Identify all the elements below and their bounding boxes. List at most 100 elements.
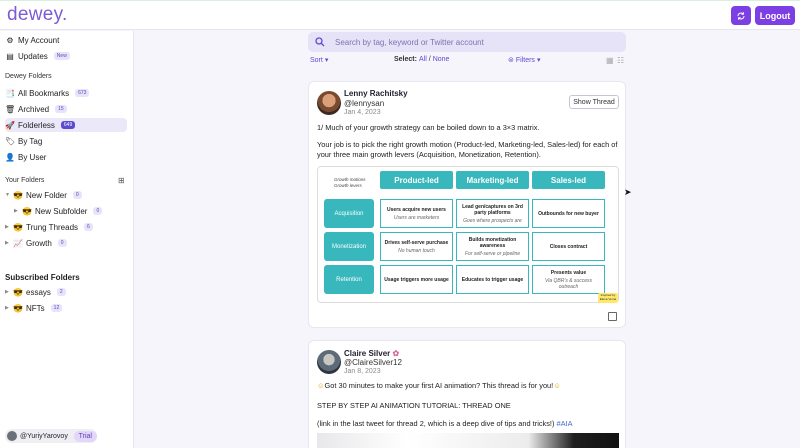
search-bar[interactable] <box>308 32 626 52</box>
mouse-cursor-icon: ➤ <box>624 187 632 197</box>
flower-icon: ✿ <box>392 349 400 358</box>
folder-label: Growth <box>26 238 52 248</box>
subscribed-folders-heading: Subscribed Folders <box>5 273 80 282</box>
caret-right-icon[interactable]: ▶ <box>14 208 19 214</box>
username: @YuriyYarovoy <box>20 432 68 440</box>
new-folder-icon[interactable]: ⊞ <box>118 176 125 185</box>
folder-item[interactable]: ▼ 😎 New Folder 0 <box>5 188 82 202</box>
refresh-button[interactable] <box>731 6 751 25</box>
caret-right-icon[interactable]: ▶ <box>5 289 10 295</box>
filters-label: Filters <box>515 56 535 64</box>
folder-item[interactable]: ▶ 😎 Trung Threads 6 <box>5 220 93 234</box>
count-badge: 6 <box>84 223 93 231</box>
caret-right-icon[interactable]: ▶ <box>5 240 10 246</box>
matrix-cell: Usage triggers more usage <box>380 265 453 294</box>
select-checkbox[interactable] <box>608 312 617 321</box>
tag-icon: 🏷 <box>5 136 16 146</box>
avatar[interactable] <box>317 91 341 115</box>
subscribed-folder-item[interactable]: ▶ 😎 essays 2 <box>5 285 66 299</box>
sidebar-item-by-user[interactable]: 👤 By User <box>5 150 46 164</box>
filter-icon: ⊜ <box>508 57 514 64</box>
sort-dropdown[interactable]: Sort ▾ <box>310 56 328 65</box>
show-thread-button[interactable]: Show Thread <box>569 95 619 109</box>
sort-label: Sort <box>310 56 323 64</box>
matrix-row-label: Monetization <box>324 232 374 261</box>
caret-right-icon[interactable]: ▶ <box>5 305 10 311</box>
subscribed-folder-item[interactable]: ▶ 😎 NFTs 12 <box>5 301 63 315</box>
sunglasses-emoji-icon: 😎 <box>13 190 23 200</box>
author-name[interactable]: Claire Silver ✿ <box>344 349 399 358</box>
tweet-card: Lenny Rachitsky @lennysan Jan 4, 2023 Sh… <box>308 81 626 328</box>
user-icon: 👤 <box>5 152 15 162</box>
caret-right-icon[interactable]: ▶ <box>5 224 10 230</box>
matrix-cell: Educates to trigger usage <box>456 265 529 294</box>
folder-item[interactable]: ▶ 📈 Growth 0 <box>5 236 67 250</box>
matrix-cell: Users acquire new users Users are markete… <box>380 199 453 228</box>
matrix-row-label: Retention <box>324 265 374 294</box>
sidebar-item-label: Folderless <box>18 120 55 130</box>
newspaper-icon: ▤ <box>6 51 14 61</box>
select-all-link[interactable]: All <box>419 56 427 63</box>
select-label: Select: <box>394 56 417 63</box>
user-chip[interactable]: @YuriyYarovoy Trial <box>5 429 97 443</box>
dewey-logo[interactable]: dewey. <box>7 4 68 26</box>
chevron-down-icon: ▾ <box>536 57 541 64</box>
sidebar-item-label: By User <box>18 152 47 162</box>
tweet-text: STEP BY STEP AI ANIMATION TUTORIAL: THRE… <box>317 401 511 410</box>
inspired-by-badge: Inspired by Elena Verna <box>598 293 618 303</box>
count-badge: 0 <box>57 239 67 247</box>
sidebar-item-by-tag[interactable]: 🏷 By Tag <box>5 134 42 148</box>
select-control: Select: All / None <box>394 56 449 63</box>
sidebar-item-folderless[interactable]: 🚀 Folderless 649 <box>5 118 76 132</box>
sidebar-item-my-account[interactable]: ⚙ My Account <box>5 33 59 47</box>
top-bar: dewey. Logout <box>0 0 800 30</box>
avatar[interactable] <box>317 350 341 374</box>
count-badge: 12 <box>50 304 63 312</box>
sidebar-item-label: By Tag <box>18 136 43 146</box>
count-badge: 15 <box>55 105 67 113</box>
hashtag-link[interactable]: #AIA <box>557 419 573 428</box>
matrix-cell: Lead gen/captures on 3rd party platforms… <box>456 199 529 228</box>
trial-badge[interactable]: Trial <box>73 430 97 442</box>
sidebar-item-label: All Bookmarks <box>18 88 70 98</box>
folder-item[interactable]: ▶ 😎 New Subfolder 0 <box>14 204 103 218</box>
tweet-media-image[interactable] <box>317 433 619 448</box>
sidebar-item-archived[interactable]: 🗑 Archived 15 <box>5 102 67 116</box>
sidebar-item-all-bookmarks[interactable]: 📑 All Bookmarks 673 <box>5 86 90 100</box>
author-handle[interactable]: @ClaireSilver12 <box>344 358 402 367</box>
count-badge: 0 <box>93 207 103 215</box>
sidebar-item-updates[interactable]: ▤ Updates New <box>5 49 70 63</box>
count-badge: 0 <box>72 191 82 199</box>
select-separator: / <box>428 56 431 63</box>
select-none-link[interactable]: None <box>433 56 450 63</box>
tweet-date: Jan 8, 2023 <box>344 368 381 375</box>
matrix-corner-label: Growth motions Growth levers <box>334 177 366 188</box>
filters-dropdown[interactable]: ⊜ Filters ▾ <box>508 56 541 65</box>
emoji-icon: ☺ <box>553 381 561 390</box>
author-name[interactable]: Lenny Rachitsky <box>344 89 408 98</box>
tweet-card: Claire Silver ✿ @ClaireSilver12 Jan 8, 2… <box>308 340 626 448</box>
folder-label: New Folder <box>26 190 67 200</box>
logout-button[interactable]: Logout <box>755 6 795 25</box>
sidebar: ⚙ My Account ▤ Updates New Dewey Folders… <box>0 31 134 448</box>
emoji-icon: ☺ <box>317 381 325 390</box>
rocket-icon: 🚀 <box>5 120 15 130</box>
matrix-cell: Drives self-serve purchase No human touch <box>380 232 453 261</box>
sidebar-item-label: Updates <box>18 51 48 61</box>
author-handle[interactable]: @lennysan <box>344 99 384 108</box>
matrix-header: Sales-led <box>532 171 605 189</box>
matrix-cell: Presents value Via QBR's & success outrea… <box>532 265 605 294</box>
search-icon <box>315 37 325 47</box>
growth-matrix-image[interactable]: Growth motions Growth levers Product-led… <box>317 166 619 303</box>
folder-label: New Subfolder <box>35 206 88 216</box>
avatar <box>7 431 17 441</box>
grid-view-icon[interactable]: ▦ <box>606 56 614 65</box>
search-input[interactable] <box>335 37 615 47</box>
folder-label: Trung Threads <box>26 222 79 232</box>
list-view-icon[interactable]: ☷ <box>617 56 624 65</box>
your-folders-heading: Your Folders <box>5 177 45 184</box>
caret-down-icon[interactable]: ▼ <box>5 192 10 198</box>
folder-label: essays <box>26 287 51 297</box>
tweet-date: Jan 4, 2023 <box>344 109 381 116</box>
tweet-text: ☺Got 30 minutes to make your first AI an… <box>317 381 561 390</box>
